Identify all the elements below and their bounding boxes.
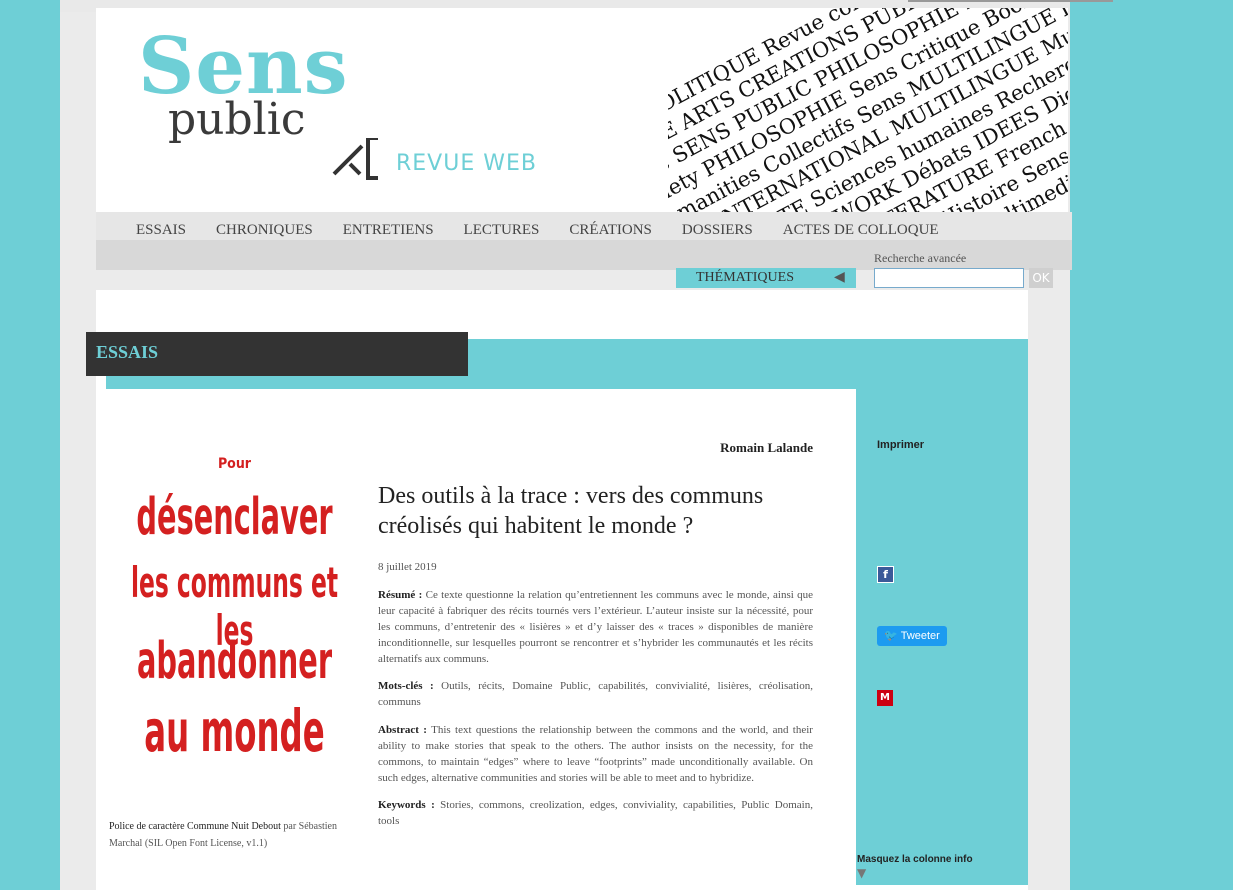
triangle-down-icon: ▼	[857, 866, 867, 880]
triangle-left-icon: ◀	[834, 269, 845, 285]
cover-pour: Pour	[217, 456, 252, 472]
nav-item-5[interactable]: DOSSIERS	[682, 212, 768, 239]
top-tab	[908, 0, 1113, 2]
cover-line-4: au monde	[144, 700, 325, 766]
mendeley-icon[interactable]: M	[877, 690, 893, 706]
nav-item-1[interactable]: CHRONIQUES	[216, 212, 328, 239]
search-input[interactable]	[874, 268, 1024, 288]
nav-item-4[interactable]: CRÉATIONS	[569, 212, 667, 239]
facebook-icon[interactable]: f	[877, 566, 894, 583]
keywords-block: Keywords : Stories, commons, creolizatio…	[378, 797, 813, 829]
section-title: ESSAIS	[96, 342, 159, 362]
nav-item-6[interactable]: ACTES DE COLLOQUE	[783, 212, 954, 239]
hide-info-column-toggle[interactable]: Masquez la colonne info ▼	[857, 854, 973, 880]
caption-font[interactable]: Police de caractère Commune Nuit Debout	[109, 821, 281, 832]
nav-item-0[interactable]: ESSAIS	[136, 212, 201, 239]
resume-label: Résumé :	[378, 589, 423, 601]
resume-block: Résumé : Ce texte questionne la relation…	[378, 587, 813, 667]
thematiques-label: THÉMATIQUES	[696, 270, 794, 285]
abstract-block: Abstract : This text questions the relat…	[378, 722, 813, 786]
logo-revue-web: REVUE WEB	[396, 151, 537, 176]
nav-item-2[interactable]: ENTRETIENS	[343, 212, 449, 239]
twitter-bird-icon: 🐦	[884, 630, 898, 642]
abstract-label: Abstract :	[378, 724, 427, 736]
motscles-text: Outils, récits, Domaine Public, capabili…	[378, 680, 813, 708]
abstract-text: This text questions the relationship bet…	[378, 724, 813, 784]
logo-mark-icon	[332, 138, 378, 180]
thematiques-dropdown[interactable]: THÉMATIQUES ◀	[676, 268, 856, 288]
word-cloud-banner: PUBLIC POLITIQUE Revue contemporaineSOCI…	[668, 8, 1068, 212]
ok-button[interactable]: OK	[1029, 268, 1053, 288]
keywords-text: Stories, commons, creolization, edges, c…	[378, 799, 813, 827]
keywords-label: Keywords :	[378, 799, 435, 811]
site-header: Sens public REVUE WEB PUBLIC POLITIQUE R…	[96, 8, 1068, 212]
tweet-button[interactable]: 🐦 Tweeter	[877, 626, 947, 646]
cover-caption: Police de caractère Commune Nuit Debout …	[109, 818, 349, 852]
nav-item-3[interactable]: LECTURES	[464, 212, 555, 239]
article-date: 8 juillet 2019	[378, 561, 437, 573]
motscles-block: Mots-clés : Outils, récits, Domaine Publ…	[378, 678, 813, 710]
hide-info-label: Masquez la colonne info	[857, 854, 973, 865]
article-cover-image: Pour désenclaver les communs et les aban…	[109, 440, 360, 808]
cover-line-3: abandonner	[136, 630, 333, 691]
print-link[interactable]: Imprimer	[877, 439, 924, 451]
article-title: Des outils à la trace : vers des communs…	[378, 483, 764, 539]
main-nav: ESSAIS CHRONIQUES ENTRETIENS LECTURES CRÉATI…	[96, 212, 1072, 240]
motscles-label: Mots-clés :	[378, 680, 434, 692]
resume-text: Ce texte questionne la relation qu’entre…	[378, 589, 814, 665]
section-header: ESSAIS	[86, 332, 468, 376]
logo-public[interactable]: public	[168, 98, 305, 142]
article-author[interactable]: Romain Lalande	[600, 440, 813, 456]
advanced-search-link[interactable]: Recherche avancée	[874, 251, 966, 266]
tweet-label: Tweeter	[900, 630, 940, 642]
cover-line-1: désenclaver	[136, 486, 333, 547]
